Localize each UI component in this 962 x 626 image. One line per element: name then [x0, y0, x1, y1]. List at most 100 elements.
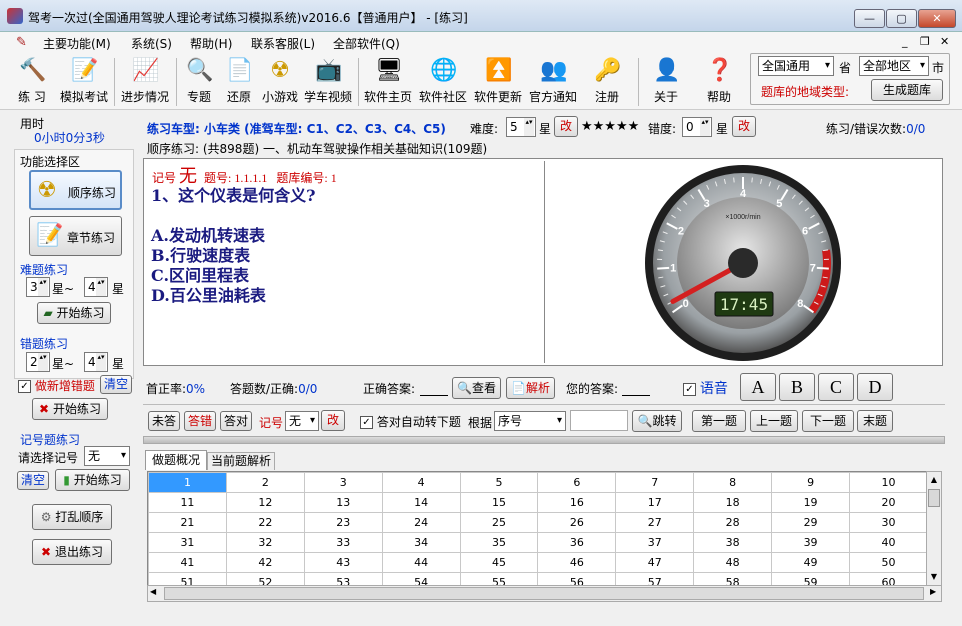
- question-cell[interactable]: 4: [381, 472, 461, 493]
- hard-from-spinner[interactable]: 3: [26, 277, 50, 297]
- toolbar-update[interactable]: ⏫ 软件更新: [472, 56, 524, 108]
- chapter-practice-button[interactable]: 📝 章节练习: [29, 216, 122, 256]
- menu-contact[interactable]: 联系客服(L): [251, 35, 315, 52]
- question-cell[interactable]: 39: [771, 532, 851, 553]
- filter-right-button[interactable]: 答对: [220, 411, 252, 431]
- mark-clear-button[interactable]: 清空: [17, 471, 49, 490]
- question-cell[interactable]: 31: [148, 532, 227, 553]
- sequential-practice-button[interactable]: ☢ 顺序练习: [29, 170, 122, 210]
- question-cell[interactable]: 24: [381, 512, 461, 533]
- question-cell[interactable]: 9: [771, 472, 851, 493]
- question-cell[interactable]: 38: [693, 532, 773, 553]
- question-cell[interactable]: 13: [303, 492, 383, 513]
- question-cell[interactable]: 3: [303, 472, 383, 493]
- question-cell[interactable]: 46: [537, 552, 617, 573]
- question-cell[interactable]: 21: [148, 512, 227, 533]
- scroll-thumb[interactable]: [928, 489, 940, 507]
- menu-all-software[interactable]: 全部软件(Q): [333, 35, 400, 52]
- question-cell[interactable]: 43: [303, 552, 383, 573]
- scroll-right-icon[interactable]: ▶: [930, 587, 936, 596]
- filter-mark-change-button[interactable]: 改: [321, 410, 345, 431]
- maximize-button[interactable]: ▢: [886, 9, 917, 28]
- toolbar-game[interactable]: ☢ 小游戏: [259, 56, 301, 108]
- menu-system[interactable]: 系统(S): [131, 35, 172, 52]
- explain-button[interactable]: 📄解析: [506, 377, 555, 399]
- question-cell[interactable]: 27: [615, 512, 695, 533]
- question-cell[interactable]: 34: [381, 532, 461, 553]
- question-cell[interactable]: 42: [225, 552, 305, 573]
- scroll-up-icon[interactable]: ▲: [927, 472, 941, 487]
- question-cell[interactable]: 20: [849, 492, 926, 513]
- app-menu-icon[interactable]: ✎: [16, 35, 32, 51]
- generate-library-button[interactable]: 生成题库: [871, 79, 943, 101]
- first-question-button[interactable]: 第一题: [692, 410, 746, 432]
- difficulty-spinner[interactable]: 5: [506, 117, 536, 137]
- mdi-close-button[interactable]: ✕: [940, 35, 949, 48]
- question-cell[interactable]: 45: [459, 552, 539, 573]
- question-cell[interactable]: 30: [849, 512, 926, 533]
- city-select[interactable]: 全部地区: [859, 56, 929, 76]
- difficulty-change-button[interactable]: 改: [554, 116, 578, 137]
- question-cell[interactable]: 40: [849, 532, 926, 553]
- question-cell[interactable]: 33: [303, 532, 383, 553]
- question-cell[interactable]: 44: [381, 552, 461, 573]
- toolbar-homepage[interactable]: 🖥 软件主页: [362, 56, 414, 108]
- filter-wrong-button[interactable]: 答错: [184, 411, 216, 431]
- minimize-button[interactable]: —: [854, 9, 885, 28]
- question-cell[interactable]: 14: [381, 492, 461, 513]
- wrong-start-button[interactable]: ✖ 开始练习: [32, 398, 108, 420]
- toolbar-community[interactable]: 🌐 软件社区: [417, 56, 469, 108]
- hard-to-spinner[interactable]: 4: [84, 277, 108, 297]
- mdi-minimize-button[interactable]: _: [902, 35, 908, 48]
- question-cell[interactable]: 1: [148, 472, 227, 493]
- toolbar-help[interactable]: ❓ 帮助: [704, 56, 734, 108]
- close-button[interactable]: ✕: [918, 9, 956, 28]
- jump-input[interactable]: [570, 410, 628, 431]
- filter-unanswered-button[interactable]: 未答: [148, 411, 180, 431]
- answer-a-button[interactable]: A: [740, 373, 776, 401]
- toolbar-practice[interactable]: 🔨 练 习: [14, 56, 50, 108]
- question-cell[interactable]: 23: [303, 512, 383, 533]
- toolbar-mock-exam[interactable]: 📝 模拟考试: [58, 56, 110, 108]
- scroll-down-icon[interactable]: ▼: [927, 569, 941, 584]
- question-cell[interactable]: 49: [771, 552, 851, 573]
- hscroll-thumb[interactable]: [164, 587, 924, 600]
- question-cell[interactable]: 11: [148, 492, 227, 513]
- question-cell[interactable]: 18: [693, 492, 773, 513]
- question-cell[interactable]: 19: [771, 492, 851, 513]
- question-cell[interactable]: 2: [225, 472, 305, 493]
- hard-start-button[interactable]: ▰ 开始练习: [37, 302, 111, 324]
- answer-b-button[interactable]: B: [779, 373, 815, 401]
- tab-analysis[interactable]: 当前题解析: [207, 452, 275, 470]
- question-cell[interactable]: 37: [615, 532, 695, 553]
- mark-select[interactable]: 无: [84, 446, 130, 466]
- wrong-from-spinner[interactable]: 2: [26, 352, 50, 372]
- filter-mark-select[interactable]: 无: [285, 411, 319, 431]
- vertical-scrollbar[interactable]: ▲ ▼: [926, 471, 942, 601]
- question-cell[interactable]: 35: [459, 532, 539, 553]
- mdi-restore-button[interactable]: ❐: [920, 35, 930, 48]
- question-cell[interactable]: 17: [615, 492, 695, 513]
- next-question-button[interactable]: 下一题: [802, 410, 854, 432]
- question-cell[interactable]: 28: [693, 512, 773, 533]
- toolbar-topic[interactable]: 🔍 专题: [182, 56, 216, 108]
- mark-start-button[interactable]: ▮ 开始练习: [55, 469, 130, 491]
- exit-practice-button[interactable]: ✖ 退出练习: [32, 539, 112, 565]
- question-cell[interactable]: 16: [537, 492, 617, 513]
- question-cell[interactable]: 12: [225, 492, 305, 513]
- question-cell[interactable]: 25: [459, 512, 539, 533]
- wrong-clear-button[interactable]: 清空: [100, 375, 132, 394]
- view-answer-button[interactable]: 🔍查看: [452, 377, 501, 399]
- answer-c-button[interactable]: C: [818, 373, 854, 401]
- question-cell[interactable]: 50: [849, 552, 926, 573]
- wrong-new-checkbox[interactable]: ✓ 做新增错题: [18, 377, 95, 394]
- toolbar-about[interactable]: 👤 关于: [650, 56, 682, 108]
- wrong-to-spinner[interactable]: 4: [84, 352, 108, 372]
- option-d[interactable]: D.百公里油耗表: [151, 282, 266, 306]
- last-question-button[interactable]: 末题: [857, 410, 893, 432]
- menu-help[interactable]: 帮助(H): [190, 35, 232, 52]
- auto-next-checkbox[interactable]: ✓ 答对自动转下题: [360, 413, 461, 430]
- voice-checkbox[interactable]: ✓ 语音: [683, 378, 728, 398]
- question-cell[interactable]: 41: [148, 552, 227, 573]
- error-degree-spinner[interactable]: 0: [682, 117, 712, 137]
